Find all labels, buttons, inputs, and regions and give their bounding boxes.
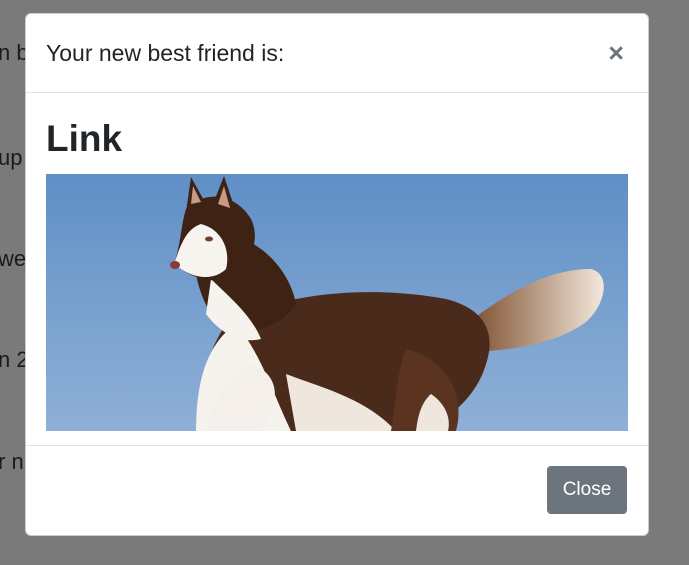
modal-header: Your new best friend is: ×	[26, 14, 648, 93]
close-button[interactable]: Close	[547, 466, 627, 514]
dog-result-modal: Your new best friend is: × Link Close	[25, 13, 649, 536]
modal-footer: Close	[26, 445, 648, 535]
close-icon[interactable]: ×	[604, 39, 628, 67]
dog-photo	[46, 174, 628, 431]
modal-title: Your new best friend is:	[46, 39, 285, 66]
dog-name-heading: Link	[46, 118, 123, 159]
modal-body: Link	[26, 93, 648, 448]
